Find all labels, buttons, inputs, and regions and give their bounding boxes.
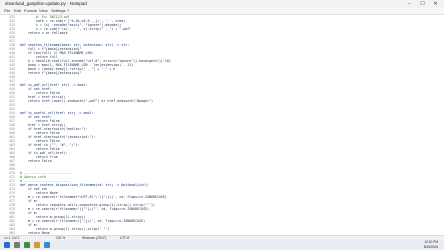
window-controls: – ☐ ✕ — [403, 0, 442, 8]
menu-view[interactable]: View — [39, 8, 48, 14]
search-icon[interactable] — [14, 242, 20, 248]
start-icon[interactable] — [4, 242, 10, 248]
maximize-button[interactable]: ☐ — [416, 0, 429, 8]
minimize-button[interactable]: – — [403, 0, 416, 8]
close-button[interactable]: ✕ — [429, 0, 442, 8]
folder-icon[interactable] — [34, 242, 40, 248]
window-title: download_gaspillon-update.py - Notepad — [5, 1, 87, 6]
menu-edit[interactable]: Edit — [14, 8, 21, 14]
code-editor[interactable]: 431 # Ex: ABC123.pdf 432 safe = re.sub(r'… — [0, 15, 444, 247]
browser-icon[interactable] — [44, 242, 50, 248]
title-bar: download_gaspillon-update.py - Notepad –… — [0, 0, 444, 8]
menu-help[interactable]: ? — [67, 8, 69, 14]
menu-bar: File Edit Format View Settings ? — [0, 8, 444, 15]
menu-file[interactable]: File — [4, 8, 10, 14]
menu-format[interactable]: Format — [24, 8, 37, 14]
taskbar: 12:10 PM 8/26/2024 — [0, 240, 444, 250]
menu-settings[interactable]: Settings — [51, 8, 65, 14]
clock-date: 8/26/2024 — [423, 245, 438, 249]
app-icon[interactable] — [24, 242, 30, 248]
